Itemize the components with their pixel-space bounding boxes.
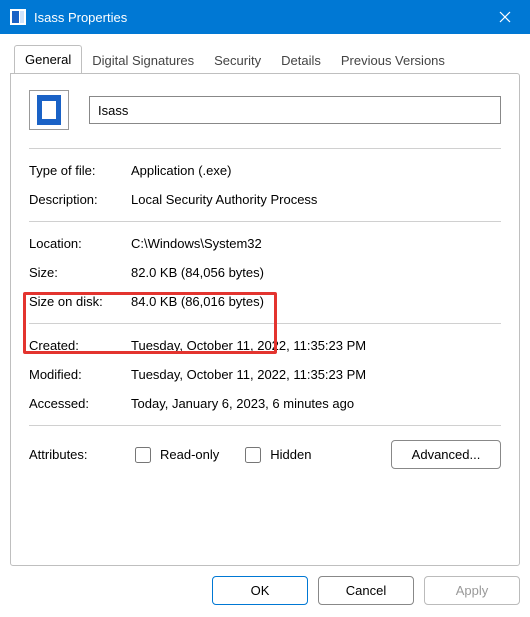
size-value: 82.0 KB (84,056 bytes) <box>131 265 501 280</box>
close-button[interactable] <box>482 0 528 34</box>
accessed-label: Accessed: <box>29 396 131 411</box>
titlebar[interactable]: Isass Properties <box>0 0 530 34</box>
location-value: C:\Windows\System32 <box>131 236 501 251</box>
separator <box>29 323 501 324</box>
modified-value: Tuesday, October 11, 2022, 11:35:23 PM <box>131 367 501 382</box>
attributes-label: Attributes: <box>29 447 131 462</box>
tab-previous-versions[interactable]: Previous Versions <box>331 47 455 74</box>
hidden-checkbox[interactable]: Hidden <box>241 444 311 466</box>
tab-security[interactable]: Security <box>204 47 271 74</box>
size-on-disk-value: 84.0 KB (86,016 bytes) <box>131 294 501 309</box>
dialog-body: General Digital Signatures Security Deta… <box>0 34 530 617</box>
created-label: Created: <box>29 338 131 353</box>
created-value: Tuesday, October 11, 2022, 11:35:23 PM <box>131 338 501 353</box>
close-icon <box>499 11 511 23</box>
tab-strip: General Digital Signatures Security Deta… <box>14 44 520 73</box>
tab-general[interactable]: General <box>14 45 82 74</box>
size-on-disk-label: Size on disk: <box>29 294 131 309</box>
tab-panel-general: Type of file: Application (.exe) Descrip… <box>10 73 520 566</box>
dialog-button-bar: OK Cancel Apply <box>10 576 520 605</box>
location-label: Location: <box>29 236 131 251</box>
readonly-checkbox-label: Read-only <box>160 447 219 462</box>
readonly-checkbox-input[interactable] <box>135 447 151 463</box>
description-value: Local Security Authority Process <box>131 192 501 207</box>
separator <box>29 221 501 222</box>
separator <box>29 148 501 149</box>
modified-label: Modified: <box>29 367 131 382</box>
file-type-icon <box>29 90 69 130</box>
window-title: Isass Properties <box>34 10 482 25</box>
description-label: Description: <box>29 192 131 207</box>
type-of-file-label: Type of file: <box>29 163 131 178</box>
hidden-checkbox-input[interactable] <box>245 447 261 463</box>
cancel-button[interactable]: Cancel <box>318 576 414 605</box>
app-icon <box>10 9 26 25</box>
readonly-checkbox[interactable]: Read-only <box>131 444 219 466</box>
hidden-checkbox-label: Hidden <box>270 447 311 462</box>
tab-details[interactable]: Details <box>271 47 331 74</box>
advanced-button[interactable]: Advanced... <box>391 440 501 469</box>
separator <box>29 425 501 426</box>
apply-button[interactable]: Apply <box>424 576 520 605</box>
ok-button[interactable]: OK <box>212 576 308 605</box>
filename-input[interactable] <box>89 96 501 124</box>
type-of-file-value: Application (.exe) <box>131 163 501 178</box>
accessed-value: Today, January 6, 2023, 6 minutes ago <box>131 396 501 411</box>
tab-digital-signatures[interactable]: Digital Signatures <box>82 47 204 74</box>
size-label: Size: <box>29 265 131 280</box>
